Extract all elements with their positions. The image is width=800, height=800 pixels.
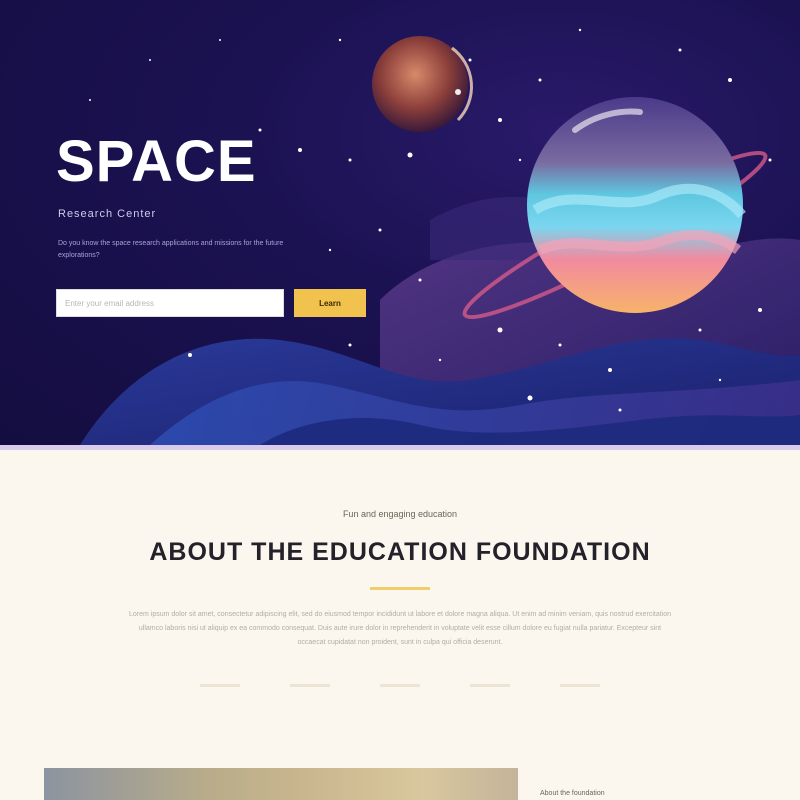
decoration-dash <box>200 684 240 687</box>
decoration-dash <box>290 684 330 687</box>
space-illustration <box>80 28 800 445</box>
preview-caption: About the foundation <box>540 790 605 797</box>
decoration-dash <box>470 684 510 687</box>
decoration-dash <box>380 684 420 687</box>
email-input[interactable] <box>56 289 284 317</box>
hero-section: SPACE Research Center Do you know the sp… <box>0 0 800 445</box>
hero-description: Do you know the space research applicati… <box>58 240 284 259</box>
about-title: ABOUT THE EDUCATION FOUNDATION <box>149 538 651 566</box>
about-body: Lorem ipsum dolor sit amet, consectetur … <box>129 611 671 646</box>
about-decoration-row <box>200 684 600 687</box>
submit-button[interactable]: Learn <box>294 289 366 317</box>
about-kicker: Fun and engaging education <box>342 509 458 519</box>
hero-title: SPACE <box>56 129 257 194</box>
signup-form: Learn <box>56 289 366 317</box>
decoration-dash <box>560 684 600 687</box>
hero-subtitle: Research Center <box>58 208 157 220</box>
title-underline <box>370 587 430 590</box>
section-divider <box>0 445 800 450</box>
preview-image <box>44 768 518 800</box>
